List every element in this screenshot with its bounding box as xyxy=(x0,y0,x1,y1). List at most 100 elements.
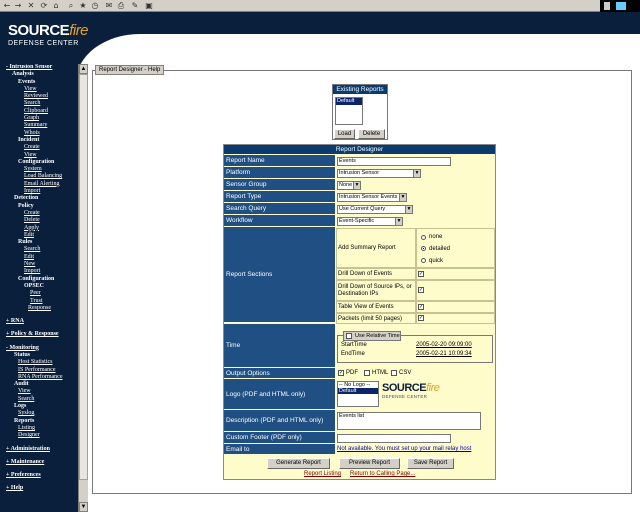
logo-list[interactable]: -- No Logo -- Default xyxy=(337,381,379,407)
start-time-value[interactable]: 2005-02-20 09:09:00 xyxy=(416,342,472,348)
sidebar-item[interactable]: View xyxy=(0,388,78,395)
sidebar-scrollbar[interactable]: ▲ ▼ xyxy=(78,64,88,512)
report-name-input[interactable]: Events xyxy=(337,157,451,166)
sidebar-item[interactable]: Load Balancing xyxy=(0,173,78,180)
sidebar-item[interactable]: Clipboard xyxy=(0,108,78,115)
sidebar-item[interactable]: Import xyxy=(0,268,78,275)
sidebar-item[interactable]: + Policy & Response xyxy=(0,331,78,338)
sidebar-item[interactable]: Create xyxy=(0,144,78,151)
sidebar-item[interactable]: Search xyxy=(0,396,78,403)
sidebar-item[interactable]: Whois xyxy=(0,130,78,137)
sidebar-item[interactable]: Email Alerting xyxy=(0,181,78,188)
return-link[interactable]: Return to Calling Page... xyxy=(350,471,415,477)
favorites-icon[interactable]: ★ xyxy=(78,1,88,11)
csv-checkbox[interactable] xyxy=(391,370,397,376)
sidebar-item[interactable]: New xyxy=(0,261,78,268)
preview-report-button[interactable]: Preview Report xyxy=(339,458,400,469)
summary-detailed-radio[interactable] xyxy=(421,246,426,251)
search-query-select[interactable]: Use Current Query ▼ xyxy=(337,205,413,214)
sidebar-item[interactable]: Import xyxy=(0,188,78,195)
scroll-up-icon[interactable]: ▲ xyxy=(79,64,88,74)
sidebar-item[interactable]: Reviewed xyxy=(0,93,78,100)
sidebar-item[interactable]: + RNA xyxy=(0,318,78,325)
discuss-icon[interactable]: ▣ xyxy=(144,1,154,11)
report-type-select[interactable]: Intrusion Sensor Events ▼ xyxy=(337,193,407,202)
drill-events-checkbox[interactable]: ✓ xyxy=(418,271,424,277)
end-time-value[interactable]: 2005-02-21 10:09:34 xyxy=(416,351,472,357)
relative-time-checkbox[interactable] xyxy=(346,333,352,339)
packets-checkbox[interactable]: ✓ xyxy=(418,315,424,321)
csv-label: CSV xyxy=(399,370,412,376)
help-tab[interactable]: Report Designer - Help xyxy=(95,65,165,75)
summary-none-radio[interactable] xyxy=(421,235,426,240)
history-icon[interactable]: ◷ xyxy=(90,1,100,11)
existing-reports-list[interactable]: Default xyxy=(335,97,363,125)
sidebar-item[interactable]: Search xyxy=(0,100,78,107)
sidebar-item[interactable]: + Preferences xyxy=(0,472,78,479)
sidebar-item: Analysis xyxy=(12,71,34,78)
print-icon[interactable]: ⎙ xyxy=(116,1,126,11)
sidebar-item[interactable]: Response xyxy=(0,305,78,312)
stop-icon[interactable]: ✕ xyxy=(26,1,36,11)
sidebar-item[interactable]: + Administration xyxy=(0,446,78,453)
sidebar-item[interactable]: Listing xyxy=(0,425,78,432)
sidebar-item[interactable]: RNA Performance xyxy=(0,374,78,381)
sidebar-item[interactable]: IS Performance xyxy=(0,367,78,374)
save-report-button[interactable]: Save Report xyxy=(407,458,454,469)
generate-report-button[interactable]: Generate Report xyxy=(267,458,330,469)
sidebar-item[interactable]: Graph xyxy=(0,115,78,122)
sidebar-item[interactable]: Designer xyxy=(0,432,78,439)
report-name-label: Report Name xyxy=(224,155,335,167)
search-icon[interactable]: ⌕ xyxy=(66,1,76,11)
sidebar-item[interactable]: Delete xyxy=(0,217,78,224)
sidebar-item[interactable]: Peer xyxy=(0,290,78,297)
pdf-label: PDF xyxy=(346,370,358,376)
sidebar-item[interactable]: Edit xyxy=(0,254,78,261)
back-icon[interactable]: ← xyxy=(2,1,12,11)
designer-title: Report Designer xyxy=(224,145,495,154)
sidebar-item[interactable]: - Monitoring xyxy=(0,345,78,352)
sidebar-item[interactable]: Trust xyxy=(0,298,78,305)
custom-footer-input[interactable] xyxy=(337,434,451,443)
sidebar-item: Rules xyxy=(18,239,33,246)
sidebar-item[interactable]: Create xyxy=(0,210,78,217)
delete-button[interactable]: Delete xyxy=(358,129,385,139)
scroll-down-icon[interactable]: ▼ xyxy=(79,502,88,512)
sidebar-item[interactable]: Syslog xyxy=(0,410,78,417)
sidebar-item[interactable]: Edit xyxy=(0,232,78,239)
sidebar-item[interactable]: Search xyxy=(0,246,78,253)
sidebar-item[interactable]: - Intrusion Sensor xyxy=(0,64,78,71)
load-button[interactable]: Load xyxy=(334,129,355,139)
sidebar-item[interactable]: Apply xyxy=(0,225,78,232)
platform-select[interactable]: Intrusion Sensor ▼ xyxy=(337,169,421,178)
sidebar-item[interactable]: View xyxy=(0,152,78,159)
forward-icon[interactable]: → xyxy=(13,1,23,11)
sidebar-item[interactable]: View xyxy=(0,86,78,93)
html-checkbox[interactable] xyxy=(364,370,370,376)
mail-icon[interactable]: ✉ xyxy=(104,1,114,11)
sidebar-item[interactable]: + Help xyxy=(0,485,78,492)
description-textarea[interactable]: Events list xyxy=(337,412,481,430)
relative-time-toggle[interactable]: Use Relative Time xyxy=(343,331,401,341)
summary-quick-radio[interactable] xyxy=(421,258,426,263)
sidebar-item: Events xyxy=(18,78,36,85)
platform-label: Platform xyxy=(224,167,335,179)
sensor-group-select[interactable]: None ▼ xyxy=(337,181,361,190)
refresh-icon[interactable]: ⟳ xyxy=(39,1,49,11)
table-view-checkbox[interactable]: ✓ xyxy=(418,304,424,310)
drill-source-checkbox[interactable]: ✓ xyxy=(418,287,424,293)
edit-icon[interactable]: ✎ xyxy=(130,1,140,11)
list-item[interactable]: Default xyxy=(336,98,362,105)
summary-quick-label: quick xyxy=(429,258,444,264)
home-icon[interactable]: ⌂ xyxy=(51,1,61,11)
workflow-select[interactable]: Event-Specific ▼ xyxy=(337,217,403,226)
sidebar-item[interactable]: System xyxy=(0,166,78,173)
sidebar-item[interactable]: Host Statistics xyxy=(0,359,78,366)
list-item[interactable]: Default xyxy=(338,388,378,394)
sidebar-item[interactable]: Summary xyxy=(0,122,78,129)
pdf-checkbox[interactable]: ✓ xyxy=(338,370,344,376)
report-listing-link[interactable]: Report Listing xyxy=(304,471,341,477)
mail-relay-link[interactable]: Not available. You must set up your mail… xyxy=(337,446,471,452)
scroll-thumb[interactable] xyxy=(79,74,88,480)
sidebar-item[interactable]: + Maintenance xyxy=(0,459,78,466)
